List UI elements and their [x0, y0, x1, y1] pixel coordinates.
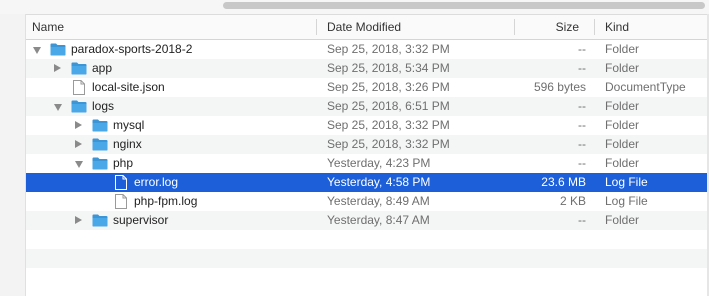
file-size: -- — [578, 118, 586, 132]
file-kind: Folder — [605, 99, 640, 113]
file-row[interactable]: app Sep 25, 2018, 5:34 PM -- Folder — [26, 59, 707, 78]
column-divider[interactable] — [594, 19, 595, 35]
date-modified: Sep 25, 2018, 3:26 PM — [327, 80, 450, 94]
date-modified: Yesterday, 8:49 AM — [327, 194, 430, 208]
date-modified: Yesterday, 4:58 PM — [327, 175, 431, 189]
file-kind: Folder — [605, 156, 640, 170]
file-row[interactable]: mysql Sep 25, 2018, 3:32 PM -- Folder — [26, 116, 707, 135]
file-name: app — [92, 61, 113, 75]
empty-row — [26, 249, 707, 268]
column-header-bar: Name Date Modified Size Kind — [26, 15, 707, 40]
file-row[interactable]: nginx Sep 25, 2018, 3:32 PM -- Folder — [26, 135, 707, 154]
disclosure-triangle-closed-icon[interactable] — [75, 121, 82, 129]
column-header-kind[interactable]: Kind — [605, 15, 695, 39]
file-size: -- — [578, 42, 586, 56]
file-size: -- — [578, 213, 586, 227]
date-modified: Sep 25, 2018, 3:32 PM — [327, 118, 450, 132]
file-name: local-site.json — [92, 80, 165, 94]
folder-icon — [92, 213, 108, 233]
date-modified: Sep 25, 2018, 3:32 PM — [327, 42, 450, 56]
file-kind: DocumentType — [605, 80, 686, 94]
file-size: -- — [578, 99, 586, 113]
scrollbar-thumb[interactable] — [223, 2, 705, 9]
file-row[interactable]: logs Sep 25, 2018, 6:51 PM -- Folder — [26, 97, 707, 116]
file-row[interactable]: php Yesterday, 4:23 PM -- Folder — [26, 154, 707, 173]
disclosure-triangle-open-icon[interactable] — [75, 161, 83, 168]
sidebar-edge — [0, 14, 26, 296]
file-kind: Folder — [605, 61, 640, 75]
horizontal-scrollbar[interactable] — [0, 0, 709, 15]
file-kind: Log File — [605, 175, 648, 189]
file-name: logs — [92, 99, 115, 113]
date-modified: Sep 25, 2018, 6:51 PM — [327, 99, 450, 113]
empty-row — [26, 268, 707, 287]
file-name: error.log — [134, 175, 179, 189]
disclosure-triangle-open-icon[interactable] — [54, 104, 62, 111]
file-size: 2 KB — [559, 194, 586, 208]
date-modified: Yesterday, 8:47 AM — [327, 213, 430, 227]
file-size: -- — [578, 61, 586, 75]
file-name: php — [113, 156, 134, 170]
disclosure-triangle-closed-icon[interactable] — [54, 64, 61, 72]
file-kind: Folder — [605, 137, 640, 151]
file-kind: Folder — [605, 42, 640, 56]
file-kind: Log File — [605, 194, 648, 208]
file-name: paradox-sports-2018-2 — [71, 42, 193, 56]
file-row[interactable]: paradox-sports-2018-2 Sep 25, 2018, 3:32 … — [26, 40, 707, 59]
column-header-date-modified[interactable]: Date Modified — [327, 15, 507, 39]
file-row[interactable]: php-fpm.log Yesterday, 8:49 AM 2 KB Log Fil… — [26, 192, 707, 211]
date-modified: Sep 25, 2018, 5:34 PM — [327, 61, 450, 75]
file-size: -- — [578, 156, 586, 170]
finder-list-view: Name Date Modified Size Kind paradox-spo… — [0, 0, 709, 296]
file-name: php-fpm.log — [134, 194, 198, 208]
date-modified: Sep 25, 2018, 3:32 PM — [327, 137, 450, 151]
disclosure-triangle-open-icon[interactable] — [33, 47, 41, 54]
column-divider[interactable] — [316, 19, 317, 35]
file-size: 596 bytes — [533, 80, 586, 94]
file-name: mysql — [113, 118, 145, 132]
file-row[interactable]: error.log Yesterday, 4:58 PM 23.6 MB Log Fi… — [26, 173, 707, 192]
file-size: 23.6 MB — [541, 175, 586, 189]
date-modified: Yesterday, 4:23 PM — [327, 156, 431, 170]
disclosure-triangle-closed-icon[interactable] — [75, 216, 82, 224]
file-kind: Folder — [605, 213, 640, 227]
file-kind: Folder — [605, 118, 640, 132]
file-list: paradox-sports-2018-2 Sep 25, 2018, 3:32 … — [26, 40, 707, 287]
column-header-size[interactable]: Size — [526, 15, 579, 39]
disclosure-triangle-closed-icon[interactable] — [75, 140, 82, 148]
file-name: nginx — [113, 137, 142, 151]
empty-row — [26, 230, 707, 249]
file-row[interactable]: local-site.json Sep 25, 2018, 3:26 PM 596 … — [26, 78, 707, 97]
file-name: supervisor — [113, 213, 169, 227]
column-divider[interactable] — [514, 19, 515, 35]
file-row[interactable]: supervisor Yesterday, 8:47 AM -- Folder — [26, 211, 707, 230]
column-header-name[interactable]: Name — [32, 15, 312, 39]
file-size: -- — [578, 137, 586, 151]
